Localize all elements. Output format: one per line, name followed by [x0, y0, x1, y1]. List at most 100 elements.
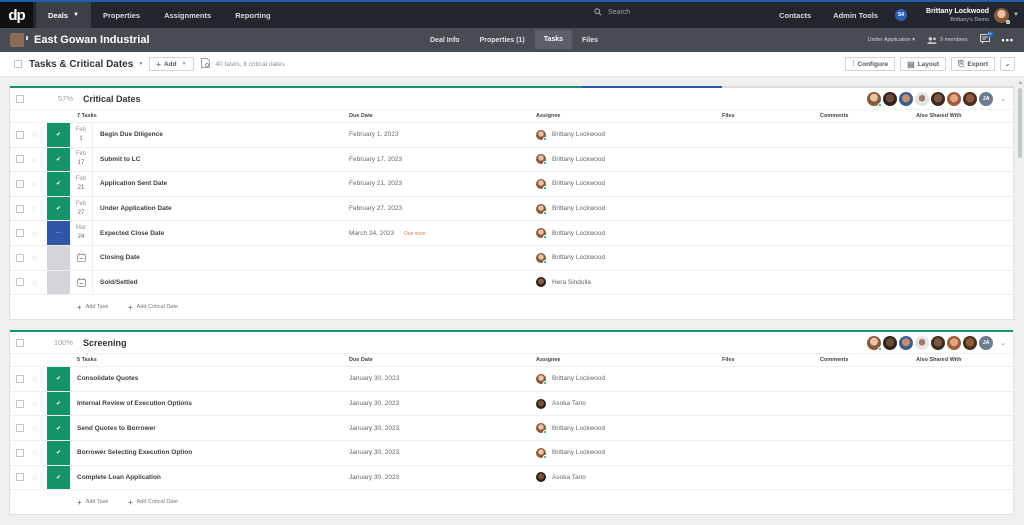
more-options-icon[interactable]: ••• — [1002, 35, 1014, 45]
calendar-icon[interactable] — [76, 278, 86, 287]
task-checkbox[interactable] — [16, 374, 24, 383]
avatar[interactable] — [963, 336, 978, 351]
add-task-link[interactable]: + Add Task — [77, 498, 108, 507]
document-icon[interactable] — [200, 55, 210, 73]
task-name[interactable]: Begin Due Diligence — [100, 131, 163, 138]
task-name[interactable]: Expected Close Date — [100, 230, 164, 237]
task-checkbox[interactable] — [16, 204, 24, 213]
page-title[interactable]: Tasks & Critical Dates — [29, 59, 133, 70]
star-icon[interactable]: ☆ — [31, 424, 38, 433]
section-title[interactable]: Screening — [83, 338, 127, 348]
section-checkbox[interactable] — [16, 94, 24, 103]
status-toggle[interactable]: ✔ — [47, 367, 70, 391]
task-assignee[interactable]: Brittany Lockwood — [536, 203, 605, 215]
scrollbar[interactable]: ▲ — [1017, 80, 1023, 520]
nav-assignments[interactable]: Assignments — [152, 2, 223, 28]
status-toggle[interactable]: ✔ — [47, 172, 70, 196]
task-assignee[interactable]: Brittany Lockwood — [536, 423, 605, 435]
avatar[interactable]: JA — [979, 92, 994, 106]
task-assignee[interactable]: Brittany Lockwood — [536, 252, 605, 264]
avatar[interactable] — [867, 92, 883, 107]
star-icon[interactable]: ☆ — [31, 130, 38, 139]
calendar-icon[interactable] — [76, 253, 86, 263]
chat-button[interactable]: 9+ — [979, 31, 994, 46]
avatar[interactable] — [915, 92, 930, 106]
task-due-date[interactable]: February 27, 2023 — [349, 205, 402, 212]
task-row[interactable]: ☆ ✔ Send Quotes to Borrower January 30, … — [10, 416, 1013, 441]
nav-admin-tools[interactable]: Admin Tools — [822, 2, 889, 28]
status-toggle[interactable]: ✔ — [47, 465, 70, 490]
avatar[interactable] — [947, 92, 962, 106]
collapse-toggle-button[interactable]: ⌄ — [1000, 57, 1015, 71]
nav-reporting[interactable]: Reporting — [223, 2, 282, 28]
star-icon[interactable]: ☆ — [31, 179, 38, 188]
tab-files[interactable]: Files — [572, 28, 608, 52]
star-icon[interactable]: ☆ — [31, 399, 38, 408]
task-name[interactable]: Application Sent Date — [100, 180, 167, 187]
section-checkbox[interactable] — [16, 338, 24, 347]
scroll-up-icon[interactable]: ▲ — [1018, 80, 1023, 86]
avatar[interactable] — [883, 336, 898, 351]
status-toggle[interactable]: ✔ — [47, 196, 70, 221]
task-due-date[interactable]: January 30, 2023 — [349, 449, 399, 456]
status-toggle[interactable]: ✔ — [47, 440, 70, 465]
status-toggle[interactable]: ✔ — [47, 147, 70, 172]
scroll-thumb[interactable] — [1018, 88, 1022, 158]
task-checkbox[interactable] — [16, 424, 24, 433]
user-avatar[interactable] — [994, 7, 1011, 24]
tab-tasks[interactable]: Tasks — [534, 30, 573, 49]
column-comments[interactable]: Comments — [820, 113, 848, 119]
task-name[interactable]: Borrower Selecting Execution Option — [77, 449, 192, 456]
select-all-checkbox[interactable] — [14, 60, 22, 68]
star-icon[interactable]: ☆ — [31, 229, 38, 238]
task-name[interactable]: Consolidate Quotes — [77, 375, 138, 382]
nav-properties[interactable]: Properties — [91, 2, 152, 28]
avatar[interactable] — [867, 336, 883, 352]
star-icon[interactable]: ☆ — [31, 473, 38, 482]
search-input[interactable]: Search — [594, 8, 630, 16]
task-name[interactable]: Internal Review of Execution Options — [77, 400, 192, 407]
configure-button[interactable]: ⫶ Configure — [845, 57, 896, 71]
caret-down-icon[interactable]: ▼ — [1013, 12, 1019, 18]
task-assignee[interactable]: Brittany Lockwood — [536, 228, 605, 240]
avatar[interactable] — [931, 336, 946, 351]
section-header[interactable]: 57% Critical Dates JA ⌄ — [10, 88, 1013, 110]
avatar[interactable]: JA — [979, 336, 994, 351]
task-assignee[interactable]: Asoka Tano — [536, 398, 586, 409]
tab-properties[interactable]: Properties (1) — [470, 28, 535, 52]
avatar[interactable] — [963, 92, 978, 106]
task-name[interactable]: Closing Date — [100, 254, 140, 261]
task-name[interactable]: Complete Loan Application — [77, 474, 161, 481]
add-button[interactable]: + Add ▼ — [149, 57, 194, 71]
task-row[interactable]: ☆ ✔ Complete Loan Application January 30… — [10, 465, 1013, 491]
task-due-date[interactable]: January 30, 2023 — [349, 375, 399, 382]
task-assignee[interactable]: Brittany Lockwood — [536, 178, 605, 190]
task-row[interactable]: ☆ – Closing Date Brittany Lockwood — [10, 245, 1013, 271]
deal-status-dropdown[interactable]: Under Application ▾ — [868, 37, 915, 43]
task-due-date[interactable]: March 24, 2023 Due soon — [349, 230, 426, 237]
task-row[interactable]: ☆ ✔ Feb 21 Application Sent Date February… — [10, 172, 1013, 197]
section-title[interactable]: Critical Dates — [83, 94, 141, 104]
status-toggle[interactable]: ✔ — [47, 123, 70, 147]
task-name[interactable]: Submit to LC — [100, 156, 140, 163]
task-checkbox[interactable] — [16, 278, 24, 287]
task-assignee[interactable]: Brittany Lockwood — [536, 129, 605, 141]
task-row[interactable]: ☆ ✔ Consolidate Quotes January 30, 2023 … — [10, 367, 1013, 392]
task-checkbox[interactable] — [16, 229, 24, 238]
star-icon[interactable]: ☆ — [31, 374, 38, 383]
task-checkbox[interactable] — [16, 130, 24, 139]
add-task-link[interactable]: + Add Task — [77, 303, 108, 312]
task-assignee[interactable]: Hera Sindulla — [536, 277, 591, 288]
task-due-date[interactable]: January 30, 2023 — [349, 425, 399, 432]
star-icon[interactable]: ☆ — [31, 155, 38, 164]
task-due-date[interactable]: February 21, 2023 — [349, 180, 402, 187]
avatar[interactable] — [899, 92, 914, 106]
avatar[interactable] — [915, 336, 930, 351]
star-icon[interactable]: ☆ — [31, 253, 38, 262]
task-row[interactable]: ☆ ✔ Feb 1 Begin Due Diligence February 1,… — [10, 123, 1013, 148]
task-checkbox[interactable] — [16, 448, 24, 457]
section-header[interactable]: 100% Screening JA ⌄ — [10, 332, 1013, 355]
task-checkbox[interactable] — [16, 399, 24, 408]
avatar[interactable] — [947, 336, 962, 351]
avatar[interactable] — [883, 92, 898, 106]
